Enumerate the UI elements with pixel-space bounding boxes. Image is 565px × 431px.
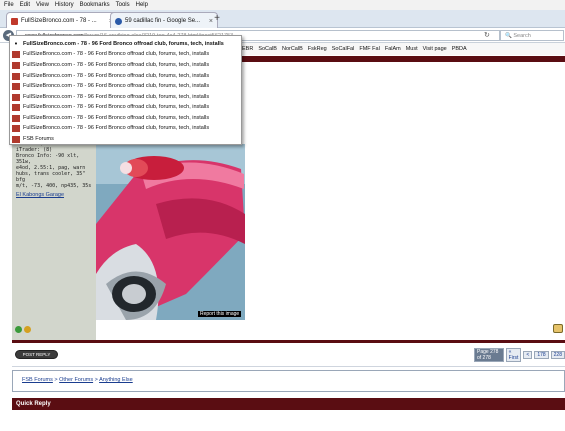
quick-reply-header[interactable]: Quick Reply — [12, 398, 565, 410]
history-item-label: FullSizeBronco.com - 78 - 96 Ford Bronco… — [23, 41, 224, 47]
fsb-favicon-icon — [12, 72, 20, 80]
history-item[interactable]: FullSizeBronco.com - 78 - 96 Ford Bronco… — [12, 49, 240, 59]
report-image-link[interactable]: Report this image — [198, 311, 242, 317]
bookmark-item[interactable]: EBR — [242, 46, 253, 52]
new-tab-button[interactable]: + — [210, 12, 224, 26]
page-link-178[interactable]: 178 — [534, 350, 549, 359]
history-item-label: FullSizeBronco.com - 78 - 96 Ford Bronco… — [23, 104, 210, 110]
fsb-favicon-icon — [12, 124, 20, 132]
breadcrumb-separator: > — [94, 377, 98, 383]
user-info: Posts: 5,801 iTrader: (8) Bronco Info: -… — [16, 141, 94, 189]
menu-tools[interactable]: Tools — [116, 2, 130, 8]
fsb-favicon-icon — [12, 135, 20, 143]
breadcrumb-separator: > — [54, 377, 58, 383]
history-item[interactable]: FullSizeBronco.com - 78 - 96 Ford Bronco… — [12, 60, 240, 70]
bookmark-item[interactable]: FalAm — [385, 46, 401, 52]
bookmark-item[interactable]: NorCalB — [282, 46, 303, 52]
google-favicon-icon — [115, 17, 122, 25]
history-item-label: FullSizeBronco.com - 78 - 96 Ford Bronco… — [23, 83, 210, 89]
breadcrumb-anything-else[interactable]: Anything Else — [99, 377, 133, 383]
breadcrumb-fsb-forums[interactable]: FSB Forums — [22, 377, 53, 383]
user-info-line: Bronco Info: -90 xlt, 351w, — [16, 153, 80, 165]
first-page-link[interactable]: « First — [505, 347, 522, 362]
fsb-favicon-icon — [12, 114, 20, 122]
garage-link[interactable]: El Kabongs Garage — [16, 192, 64, 198]
bookmark-item[interactable]: Must — [406, 46, 418, 52]
tab-title: FullSizeBronco.com - 78 - ... — [21, 18, 97, 24]
user-info-line: m/t, -73, 400, np435, 35s — [16, 183, 92, 189]
page-link-228[interactable]: 228 — [550, 350, 565, 359]
bookmark-item[interactable]: SoCalB — [258, 46, 277, 52]
history-item[interactable]: FullSizeBronco.com - 78 - 96 Ford Bronco… — [12, 81, 240, 91]
site-header-bar — [242, 56, 565, 62]
bookmark-item[interactable]: SoCalFal — [332, 46, 355, 52]
menu-file[interactable]: File — [4, 2, 14, 8]
bookmark-item[interactable]: FskReg — [308, 46, 327, 52]
history-item[interactable]: FullSizeBronco.com - 78 - 96 Ford Bronco… — [12, 92, 240, 102]
pagination: Page 278 of 278 « First < 178 228 — [474, 347, 565, 362]
divider — [12, 366, 565, 367]
bookmark-item[interactable]: PBDA — [452, 46, 467, 52]
menu-bookmarks[interactable]: Bookmarks — [80, 2, 110, 8]
bookmark-item[interactable]: Visit page — [423, 46, 447, 52]
history-item-label: FullSizeBronco.com - 78 - 96 Ford Bronco… — [23, 94, 210, 100]
history-item-label: FullSizeBronco.com - 78 - 96 Ford Bronco… — [23, 125, 210, 131]
back-history-dropdown: • FullSizeBronco.com - 78 - 96 Ford Bronc… — [9, 35, 242, 145]
cadillac-fin-illustration — [96, 144, 245, 320]
tab-title: 59 cadillac fin - Google Se... — [125, 18, 201, 24]
reload-icon[interactable]: ↻ — [484, 31, 490, 39]
history-item-label: FullSizeBronco.com - 78 - 96 Ford Bronco… — [23, 73, 210, 79]
bookmark-item[interactable]: FMF Fal — [359, 46, 379, 52]
fsb-favicon-icon — [11, 17, 18, 25]
tab-strip: FullSizeBronco.com - 78 - ... × 59 cadil… — [0, 10, 565, 29]
menu-edit[interactable]: Edit — [20, 2, 30, 8]
history-item[interactable]: FullSizeBronco.com - 78 - 96 Ford Bronco… — [12, 113, 240, 123]
history-item-label: FSB Forums — [23, 136, 54, 142]
menu-view[interactable]: View — [36, 2, 49, 8]
menubar: File Edit View History Bookmarks Tools H… — [0, 0, 565, 10]
history-item[interactable]: FullSizeBronco.com - 78 - 96 Ford Bronco… — [12, 102, 240, 112]
fsb-favicon-icon — [12, 93, 20, 101]
user-status-icons — [15, 326, 31, 333]
edit-post-icon[interactable] — [553, 324, 563, 333]
breadcrumb-other-forums[interactable]: Other Forums — [59, 377, 93, 383]
fsb-favicon-icon — [12, 103, 20, 111]
search-input[interactable]: 🔍 Search — [500, 30, 564, 41]
history-item-label: FullSizeBronco.com - 78 - 96 Ford Bronco… — [23, 62, 210, 68]
online-status-icon — [15, 326, 22, 333]
menu-help[interactable]: Help — [136, 2, 148, 8]
history-item-label: FullSizeBronco.com - 78 - 96 Ford Bronco… — [23, 115, 210, 121]
tab-fullsizebronco[interactable]: FullSizeBronco.com - 78 - ... × — [6, 12, 118, 29]
post-divider-bar — [12, 340, 565, 343]
fsb-favicon-icon — [12, 82, 20, 90]
current-page-icon: • — [14, 40, 18, 48]
bookmarks-bar: EBR SoCalB NorCalB FskReg SoCalFal FMF F… — [240, 43, 565, 55]
fsb-favicon-icon — [12, 50, 20, 58]
search-placeholder: Search — [513, 33, 531, 39]
tab-cadillac-search[interactable]: 59 cadillac fin - Google Se... × — [110, 12, 218, 29]
cadillac-fin-image[interactable] — [96, 144, 245, 320]
reputation-icon — [24, 326, 31, 333]
history-item[interactable]: • FullSizeBronco.com - 78 - 96 Ford Bronc… — [12, 39, 240, 49]
history-item[interactable]: FullSizeBronco.com - 78 - 96 Ford Bronco… — [12, 123, 240, 133]
post-reply-button[interactable]: POST REPLY — [15, 350, 58, 359]
breadcrumb: FSB Forums > Other Forums > Anything Els… — [22, 377, 133, 383]
fsb-favicon-icon — [12, 61, 20, 69]
menu-history[interactable]: History — [55, 2, 74, 8]
history-item-label: FullSizeBronco.com - 78 - 96 Ford Bronco… — [23, 51, 210, 57]
history-item[interactable]: FSB Forums — [12, 134, 240, 144]
page-label: Page 278 of 278 — [474, 347, 504, 362]
user-info-line: hubs, trans cooler, 35" bfg — [16, 171, 86, 183]
history-item[interactable]: FullSizeBronco.com - 78 - 96 Ford Bronco… — [12, 71, 240, 81]
prev-page-link[interactable]: < — [523, 350, 533, 359]
